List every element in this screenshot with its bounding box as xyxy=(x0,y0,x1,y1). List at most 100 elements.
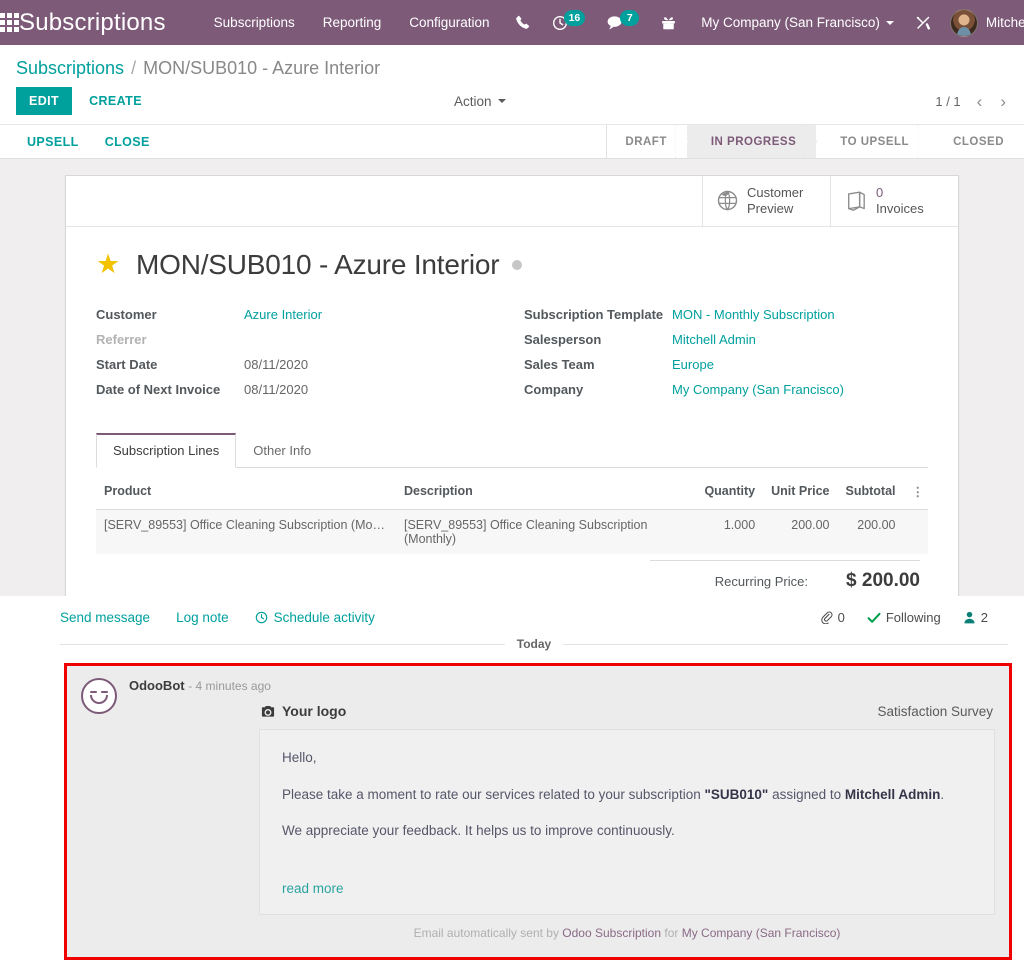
customer-preview-button[interactable]: Customer Preview xyxy=(702,176,830,226)
main-menu: Subscriptions Reporting Configuration xyxy=(200,0,504,45)
breadcrumb-separator: / xyxy=(131,58,136,79)
edit-button[interactable]: EDIT xyxy=(16,87,72,115)
menu-item-reporting[interactable]: Reporting xyxy=(309,0,396,45)
column-header-quantity: Quantity xyxy=(696,478,763,510)
form-content-area: Customer Preview 0 Invoices ★ MON/SUB010… xyxy=(0,159,1024,596)
close-button[interactable]: CLOSE xyxy=(94,129,161,155)
followers-count-value: 2 xyxy=(981,610,988,625)
menu-item-subscriptions[interactable]: Subscriptions xyxy=(200,0,309,45)
mail-paragraph-2: We appreciate your feedback. It helps us… xyxy=(282,821,972,841)
statusbar: DRAFT IN PROGRESS TO UPSELL CLOSED xyxy=(606,125,1024,158)
messages-icon[interactable]: 7 xyxy=(596,0,650,45)
user-menu[interactable]: Mitchell Admin xyxy=(942,9,1024,37)
company-switcher-label: My Company (San Francisco) xyxy=(701,15,880,30)
field-next-invoice-date: Date of Next Invoice 08/11/2020 xyxy=(96,382,512,397)
tab-other-info[interactable]: Other Info xyxy=(236,433,328,468)
field-referrer: Referrer xyxy=(96,332,512,347)
field-company-value[interactable]: My Company (San Francisco) xyxy=(672,382,844,397)
breadcrumb-current: MON/SUB010 - Azure Interior xyxy=(143,58,380,79)
cell-product[interactable]: [SERV_89553] Office Cleaning Subscriptio… xyxy=(96,509,396,554)
mail-subject: Satisfaction Survey xyxy=(877,704,993,719)
activity-count-badge: 16 xyxy=(564,10,586,26)
mail-p1-mid: assigned to xyxy=(768,787,845,802)
breadcrumb-root[interactable]: Subscriptions xyxy=(16,58,124,79)
action-dropdown-label: Action xyxy=(454,94,492,109)
status-dot-icon xyxy=(512,260,522,270)
menu-item-configuration[interactable]: Configuration xyxy=(395,0,503,45)
followers-count[interactable]: 2 xyxy=(963,610,988,625)
messages-count-badge: 7 xyxy=(620,10,639,26)
send-message-button[interactable]: Send message xyxy=(60,610,150,625)
log-note-button[interactable]: Log note xyxy=(176,610,229,625)
following-button[interactable]: Following xyxy=(867,610,941,625)
table-row[interactable]: [SERV_89553] Office Cleaning Subscriptio… xyxy=(96,509,928,554)
field-sales-team-label: Sales Team xyxy=(524,357,672,372)
record-action-buttons: UPSELL CLOSE xyxy=(0,125,161,158)
schedule-activity-label: Schedule activity xyxy=(274,610,375,625)
field-next-invoice-date-value[interactable]: 08/11/2020 xyxy=(244,382,308,397)
stage-to-upsell[interactable]: TO UPSELL xyxy=(816,125,929,158)
record-sheet: Customer Preview 0 Invoices ★ MON/SUB010… xyxy=(65,175,959,619)
field-salesperson: Salesperson Mitchell Admin xyxy=(524,332,928,347)
cell-description[interactable]: [SERV_89553] Office Cleaning Subscriptio… xyxy=(396,509,696,554)
stage-closed[interactable]: CLOSED xyxy=(929,125,1024,158)
mail-preview: Your logo Satisfaction Survey Hello, Ple… xyxy=(129,701,995,943)
chevron-right-icon[interactable]: › xyxy=(998,93,1008,110)
message-body: OdooBot - 4 minutes ago Your logo Satisf… xyxy=(129,678,995,943)
customer-preview-line2: Preview xyxy=(747,201,803,217)
pager-count: 1 / 1 xyxy=(935,94,960,109)
column-options-icon[interactable]: ⋮ xyxy=(904,478,929,510)
page-title: MON/SUB010 - Azure Interior xyxy=(136,249,499,281)
top-navbar: Subscriptions Subscriptions Reporting Co… xyxy=(0,0,1024,45)
tools-icon[interactable] xyxy=(904,0,942,45)
clock-icon xyxy=(255,611,268,624)
field-salesperson-value[interactable]: Mitchell Admin xyxy=(672,332,756,347)
invoices-text: Invoices xyxy=(876,201,924,217)
schedule-activity-button[interactable]: Schedule activity xyxy=(255,610,375,625)
control-panel: Subscriptions / MON/SUB010 - Azure Inter… xyxy=(0,45,1024,125)
invoices-button[interactable]: 0 Invoices xyxy=(830,176,958,226)
field-group: Customer Azure Interior Referrer Start D… xyxy=(96,307,928,407)
breadcrumb: Subscriptions / MON/SUB010 - Azure Inter… xyxy=(0,45,1024,79)
mail-footer-link-company[interactable]: My Company (San Francisco) xyxy=(682,926,841,940)
stage-draft[interactable]: DRAFT xyxy=(607,125,686,158)
gift-icon[interactable] xyxy=(650,0,687,45)
day-divider: Today xyxy=(60,635,1008,653)
chevron-left-icon[interactable]: ‹ xyxy=(975,93,985,110)
invoices-label: 0 Invoices xyxy=(876,185,924,217)
cell-subtotal[interactable]: 200.00 xyxy=(838,509,904,554)
upsell-button[interactable]: UPSELL xyxy=(16,129,90,155)
activity-clock-icon[interactable]: 16 xyxy=(541,0,597,45)
field-start-date-label: Start Date xyxy=(96,357,244,372)
read-more-link[interactable]: read more xyxy=(282,881,344,896)
recurring-price-value: $ 200.00 xyxy=(822,570,920,592)
action-dropdown[interactable]: Action xyxy=(454,94,506,109)
mail-body: Hello, Please take a moment to rate our … xyxy=(259,729,995,915)
field-company-label: Company xyxy=(524,382,672,397)
notebook-tabs: Subscription Lines Other Info xyxy=(96,433,928,468)
tab-subscription-lines[interactable]: Subscription Lines xyxy=(96,433,236,468)
field-sales-team-value[interactable]: Europe xyxy=(672,357,714,372)
star-icon[interactable]: ★ xyxy=(96,251,123,278)
mail-footer: Email automatically sent by Odoo Subscri… xyxy=(259,915,995,943)
following-label: Following xyxy=(886,610,941,625)
chatter: Send message Log note Schedule activity … xyxy=(0,596,1024,960)
field-subscription-template-value[interactable]: MON - Monthly Subscription xyxy=(672,307,835,322)
field-subscription-template-label: Subscription Template xyxy=(524,307,672,322)
field-customer-value[interactable]: Azure Interior xyxy=(244,307,322,322)
recurring-price-label: Recurring Price: xyxy=(715,574,808,589)
stage-in-progress[interactable]: IN PROGRESS xyxy=(687,125,816,158)
phone-icon[interactable] xyxy=(504,0,541,45)
field-start-date-value[interactable]: 08/11/2020 xyxy=(244,357,308,372)
cell-quantity[interactable]: 1.000 xyxy=(696,509,763,554)
apps-grid-icon[interactable] xyxy=(0,13,19,32)
mail-footer-link-odoo[interactable]: Odoo Subscription xyxy=(562,926,661,940)
company-switcher[interactable]: My Company (San Francisco) xyxy=(687,15,904,30)
cell-unit-price[interactable]: 200.00 xyxy=(763,509,837,554)
navbar-right: 16 7 My Company (San Francisco) Mitchell… xyxy=(504,0,1024,45)
mail-p1-pre: Please take a moment to rate our service… xyxy=(282,787,704,802)
attachment-count[interactable]: 0 xyxy=(820,610,845,625)
create-button[interactable]: CREATE xyxy=(78,87,153,115)
attachment-count-value: 0 xyxy=(838,610,845,625)
user-menu-label: Mitchell Admin xyxy=(986,15,1024,30)
